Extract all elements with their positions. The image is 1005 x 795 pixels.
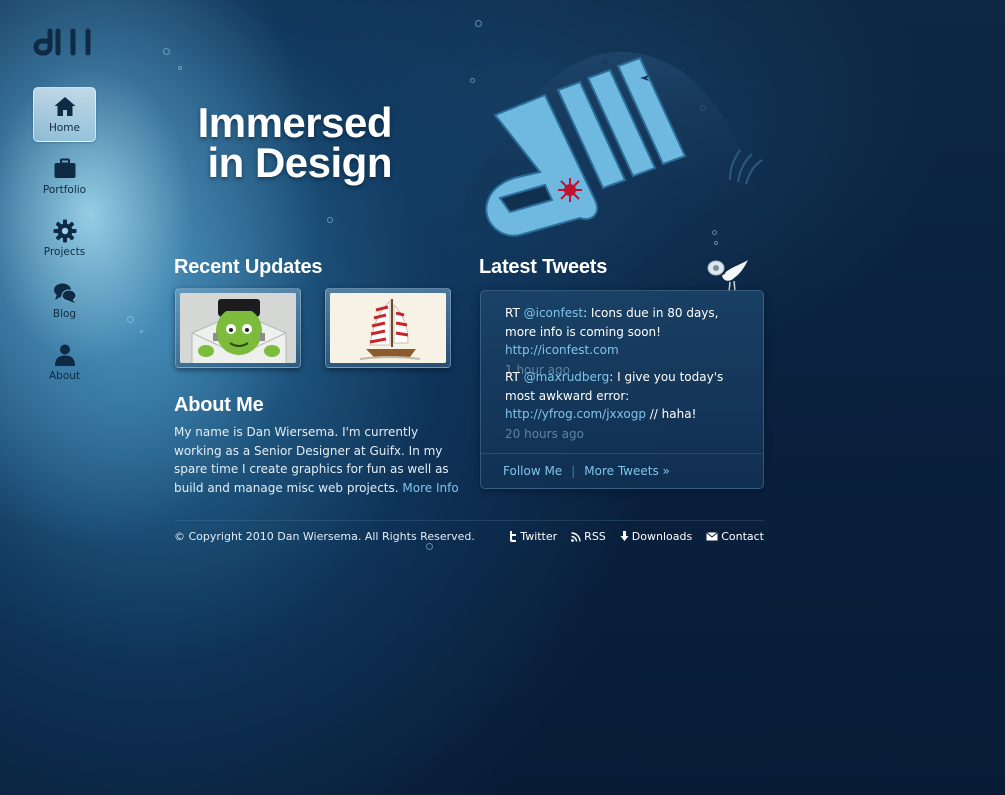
footer-divider	[174, 520, 764, 521]
page-title: Immersed in Design	[160, 99, 393, 186]
tweet-url-link[interactable]: http://yfrog.com/jxxogp	[505, 407, 646, 421]
site-logo[interactable]: dw	[33, 28, 97, 60]
tweet-text: RT @maxrudberg: I give you today's most …	[505, 368, 745, 424]
footer-link-label: Twitter	[520, 530, 558, 543]
nav-label-portfolio: Portfolio	[42, 184, 87, 196]
more-info-link[interactable]: More Info	[402, 481, 458, 495]
sailboat-icon	[330, 293, 446, 363]
tweet-prefix: RT	[505, 306, 524, 320]
tweet-suffix: // haha!	[645, 407, 697, 421]
tweet-url-link[interactable]: http://iconfest.com	[505, 343, 619, 357]
tweet-text: RT @iconfest: Icons due in 80 days, more…	[505, 304, 745, 360]
update-thumbnail-sailboat[interactable]	[325, 288, 451, 368]
tweet-prefix: RT	[505, 370, 524, 384]
thumbnail-image	[330, 293, 446, 363]
follow-me-link[interactable]: Follow Me	[503, 464, 562, 478]
footer-link-label: Downloads	[631, 530, 693, 543]
tweets-panel: RT @iconfest: Icons due in 80 days, more…	[480, 290, 764, 489]
footer-link-label: Contact	[721, 530, 764, 543]
nav-item-projects[interactable]: Projects	[33, 211, 96, 266]
bubble	[127, 316, 134, 323]
bubble	[327, 217, 333, 223]
recent-updates-title: Recent Updates	[174, 256, 323, 278]
bubble	[140, 330, 143, 333]
chat-bubbles-icon	[53, 283, 76, 303]
nav-item-home[interactable]: Home	[33, 87, 96, 142]
rss-icon	[571, 531, 581, 542]
nav-label-about: About	[48, 370, 81, 382]
bubble	[178, 66, 182, 70]
footer-links: Twitter RSS Downloads Contact	[508, 530, 764, 543]
nav-label-home: Home	[48, 122, 80, 134]
nav-label-blog: Blog	[52, 308, 77, 320]
nav-label-projects: Projects	[43, 246, 86, 258]
home-icon	[54, 97, 75, 116]
hero-3d-logo-icon	[450, 51, 770, 241]
copyright-text: © Copyright 2010 Dan Wiersema. All Right…	[174, 530, 475, 543]
nav-item-blog[interactable]: Blog	[33, 273, 96, 328]
person-icon	[54, 344, 75, 366]
tweets-footer: Follow Me | More Tweets »	[481, 453, 763, 488]
bubble	[475, 20, 482, 27]
about-paragraph: My name is Dan Wiersema. I'm currently w…	[174, 423, 464, 497]
nav-item-portfolio[interactable]: Portfolio	[33, 149, 96, 204]
footer-link-downloads[interactable]: Downloads	[620, 530, 692, 543]
frankenstein-icon	[180, 293, 296, 363]
download-icon	[620, 531, 629, 541]
tweet-handle-link[interactable]: @iconfest	[524, 306, 583, 320]
footer-link-label: RSS	[584, 530, 606, 543]
latest-tweets-title: Latest Tweets	[479, 256, 608, 278]
link-separator: |	[571, 464, 576, 478]
briefcase-icon	[54, 158, 75, 178]
tweet-handle-link[interactable]: @maxrudberg	[524, 370, 610, 384]
tweet-item: RT @maxrudberg: I give you today's most …	[505, 368, 745, 443]
tagline-line-2: in Design	[207, 139, 392, 186]
tweet-timestamp: 20 hours ago	[505, 426, 584, 441]
bubble	[426, 543, 433, 550]
main-nav: Home Portfolio Projects Blog About	[33, 87, 96, 397]
update-thumbnail-frankenstein[interactable]	[175, 288, 301, 368]
twitter-icon	[510, 531, 517, 542]
bubble	[163, 48, 170, 55]
about-me-title: About Me	[174, 394, 264, 416]
more-tweets-link[interactable]: More Tweets »	[584, 464, 670, 478]
nav-item-about[interactable]: About	[33, 335, 96, 390]
tagline-line-1: Immersed	[197, 99, 393, 146]
mail-icon	[706, 532, 719, 541]
footer-link-contact[interactable]: Contact	[706, 530, 764, 543]
gear-icon	[53, 219, 76, 243]
dw-logo-icon	[33, 28, 91, 56]
footer-link-twitter[interactable]: Twitter	[508, 530, 557, 543]
hero-illustration	[430, 40, 790, 254]
thumbnail-image	[180, 293, 296, 363]
footer-link-rss[interactable]: RSS	[571, 530, 606, 543]
